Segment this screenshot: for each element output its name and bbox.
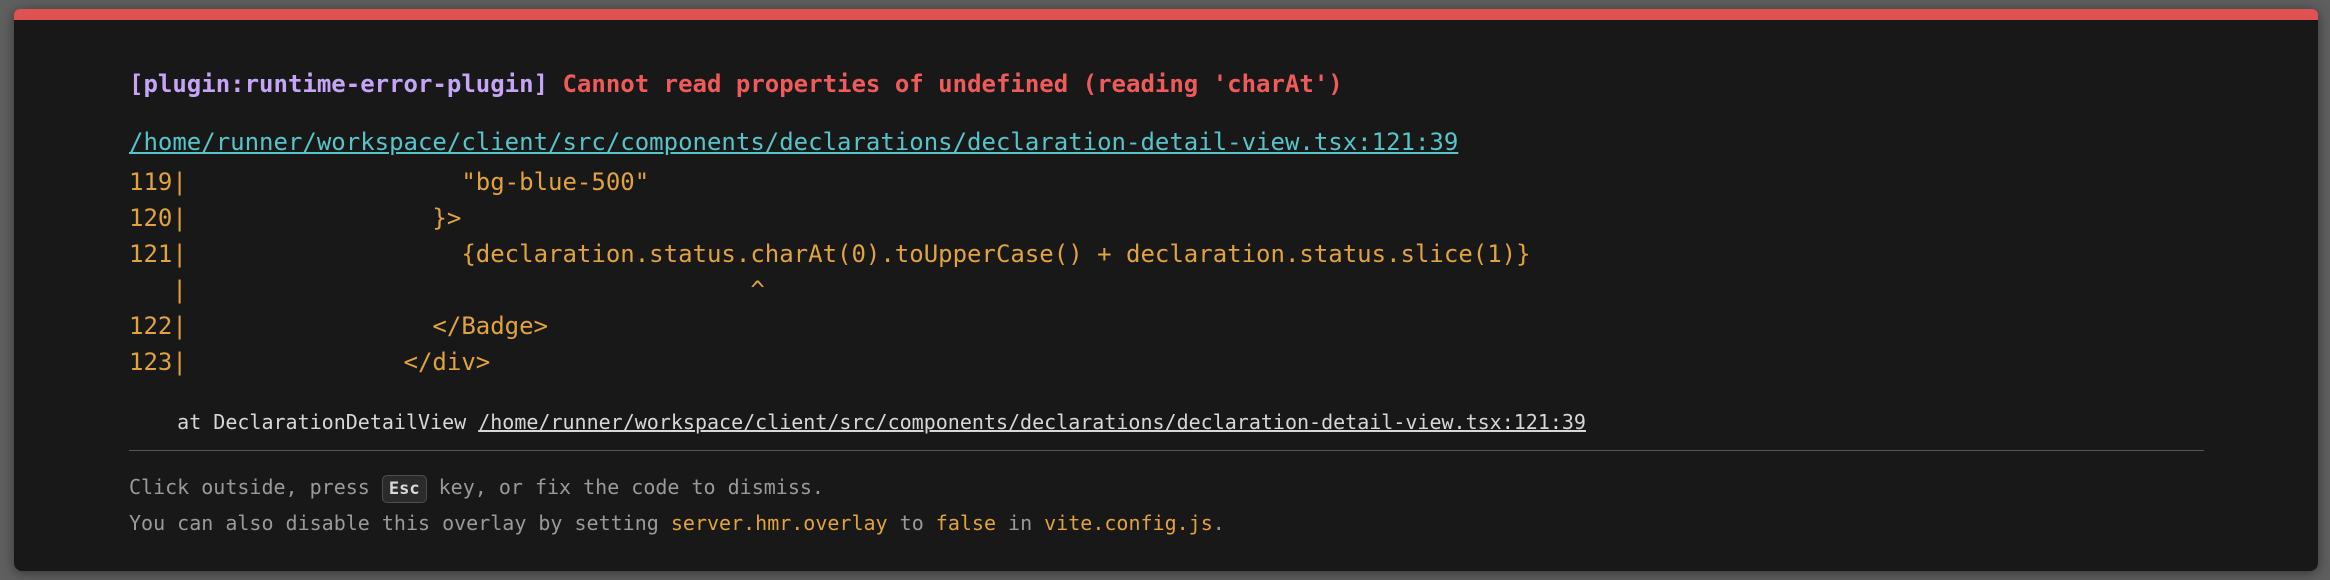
code-frame: 119| "bg-blue-500" 120| }> 121| {declarati…	[129, 164, 1531, 380]
code-line: 121| {declaration.status.charAt(0).toUpp…	[129, 240, 1531, 268]
tip2-mid2: in	[996, 511, 1045, 535]
stack-trace: at DeclarationDetailView /home/runner/wo…	[129, 410, 1586, 434]
stack-prefix: at DeclarationDetailView	[129, 410, 479, 434]
tip2-mid1: to	[887, 511, 936, 535]
error-file-link[interactable]: /home/runner/workspace/client/src/compon…	[129, 128, 1458, 156]
code-line: 122| </Badge>	[129, 312, 549, 340]
code-line: 120| }>	[129, 204, 462, 232]
config-key-code: server.hmr.overlay	[670, 511, 888, 535]
code-line: 119| "bg-blue-500"	[129, 168, 650, 196]
disable-tip: You can also disable this overlay by set…	[129, 511, 1225, 535]
esc-key-badge: Esc	[381, 475, 427, 503]
tip1-before: Click outside, press	[129, 475, 382, 499]
config-file-code: vite.config.js	[1044, 511, 1213, 535]
error-message: [plugin:runtime-error-plugin] Cannot rea…	[129, 70, 1343, 98]
tip1-after: key, or fix the code to dismiss.	[426, 475, 824, 499]
divider	[129, 450, 2204, 451]
dismiss-tip: Click outside, press Esc key, or fix the…	[129, 475, 824, 503]
tip2-before: You can also disable this overlay by set…	[129, 511, 671, 535]
error-text: Cannot read properties of undefined (rea…	[562, 70, 1343, 98]
error-overlay-window: [plugin:runtime-error-plugin] Cannot rea…	[14, 9, 2318, 571]
plugin-label: [plugin:runtime-error-plugin]	[129, 70, 549, 98]
code-line: | ^	[129, 276, 765, 304]
tip2-end: .	[1212, 511, 1225, 535]
stack-file-link[interactable]: /home/runner/workspace/client/src/compon…	[478, 410, 1586, 434]
false-code: false	[935, 511, 996, 535]
code-line: 123| </div>	[129, 348, 491, 376]
